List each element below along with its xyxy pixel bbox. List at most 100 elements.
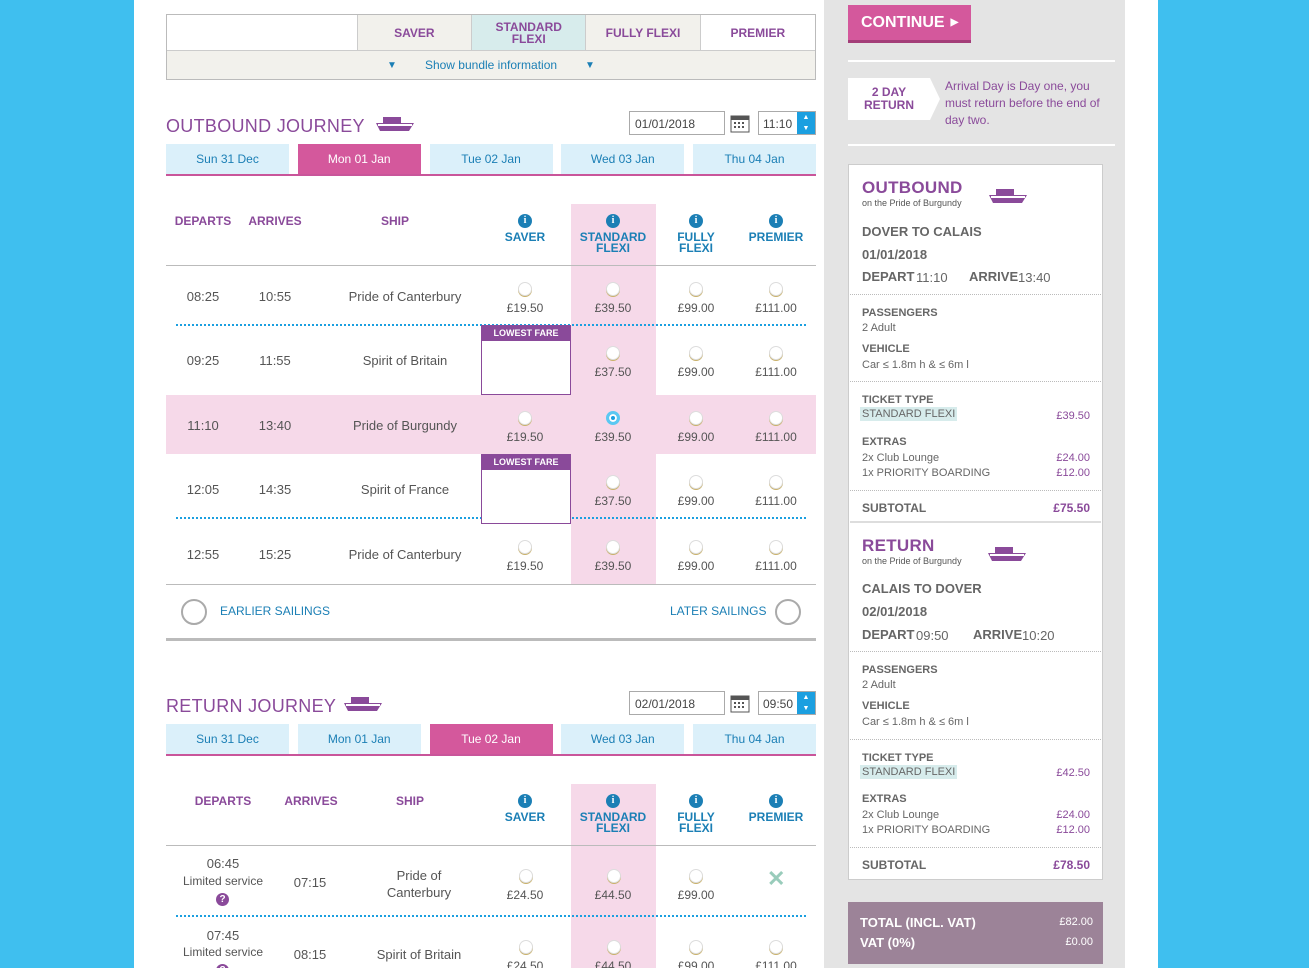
return-tab-day[interactable]: Wed 03 Jan: [561, 724, 685, 754]
fare-radio[interactable]: [519, 869, 533, 883]
outbound-tab-day[interactable]: Wed 03 Jan: [561, 144, 685, 174]
extra-item: 1x PRIORITY BOARDING: [862, 824, 991, 836]
info-icon[interactable]: i: [689, 794, 703, 808]
fare-radio[interactable]: [607, 940, 621, 954]
fare-radio[interactable]: [689, 475, 703, 489]
total-label: TOTAL (INCL. VAT): [860, 915, 976, 930]
info-icon[interactable]: i: [518, 214, 532, 228]
fare-radio[interactable]: [689, 411, 703, 425]
return-date-input[interactable]: 02/01/2018: [629, 691, 725, 715]
return-tab-day[interactable]: Sun 31 Dec: [166, 724, 289, 754]
fare-radio[interactable]: [606, 475, 620, 489]
bundle-selector: SAVER STANDARD FLEXI FULLY FLEXI PREMIER …: [166, 14, 816, 80]
extras-label: EXTRAS: [862, 436, 907, 448]
fare-radio[interactable]: [769, 282, 783, 296]
ferry-icon: [344, 697, 382, 711]
outbound-tab-day-active[interactable]: Mon 01 Jan: [297, 144, 421, 174]
fare-radio[interactable]: [606, 282, 620, 296]
summary-route: CALAIS TO DOVER: [862, 581, 982, 596]
clock-back-icon[interactable]: [181, 599, 207, 625]
fare-radio[interactable]: [689, 940, 703, 954]
col-premier-label: PREMIER: [748, 810, 804, 824]
earlier-sailings-link[interactable]: EARLIER SAILINGS: [220, 604, 330, 618]
departure-time: 07:45: [206, 928, 240, 943]
calendar-icon[interactable]: [730, 693, 750, 713]
info-icon[interactable]: i: [606, 794, 620, 808]
passengers-value: 2 Adult: [862, 322, 896, 334]
col-premier[interactable]: i PREMIER: [745, 214, 807, 243]
fare-radio[interactable]: [518, 411, 532, 425]
continue-button[interactable]: CONTINUE ▶: [848, 5, 971, 43]
bundle-blank: [167, 15, 358, 50]
fare-radio[interactable]: [606, 346, 620, 360]
fare-price: £99.00: [677, 959, 715, 968]
fare-price: £111.00: [755, 365, 797, 379]
lowest-fare-badge: LOWEST FARE: [481, 454, 571, 524]
info-icon[interactable]: i: [689, 214, 703, 228]
col-fully-flexi[interactable]: i FULLY FLEXI: [666, 214, 726, 254]
help-icon[interactable]: ?: [216, 961, 229, 968]
outbound-time-select[interactable]: 11:10 ▲ ▼: [758, 111, 816, 135]
return-tab-day-active[interactable]: Tue 02 Jan: [429, 724, 553, 754]
fare-radio[interactable]: [518, 540, 532, 554]
ferry-icon: [376, 117, 414, 131]
bundle-tab-saver[interactable]: SAVER: [357, 15, 473, 50]
fare-radio[interactable]: [689, 869, 703, 883]
ticket-type-value: STANDARD FLEXI: [860, 765, 958, 779]
bundle-info-toggle[interactable]: ▼ Show bundle information ▼: [167, 51, 815, 79]
info-icon[interactable]: i: [518, 794, 532, 808]
return-tab-day[interactable]: Thu 04 Jan: [693, 724, 816, 754]
outbound-date-input[interactable]: 01/01/2018: [629, 111, 725, 135]
return-tab-day[interactable]: Mon 01 Jan: [297, 724, 421, 754]
col-saver[interactable]: i SAVER: [495, 214, 555, 243]
ferry-icon: [988, 547, 1026, 561]
fare-price: £99.00: [677, 301, 715, 315]
col-fully-flexi[interactable]: i FULLY FLEXI: [666, 794, 726, 834]
col-standard-flexi[interactable]: i STANDARD FLEXI: [573, 214, 653, 254]
fare-radio[interactable]: [689, 540, 703, 554]
summary-depart-label: DEPART: [862, 627, 915, 642]
fare-radio[interactable]: [769, 540, 783, 554]
summary-outbound-ship: on the Pride of Burgundy: [862, 198, 962, 208]
fare-radio[interactable]: [769, 411, 783, 425]
col-std-line2: FLEXI: [595, 241, 630, 255]
info-icon[interactable]: i: [606, 214, 620, 228]
outbound-tab-day[interactable]: Sun 31 Dec: [166, 144, 289, 174]
col-saver[interactable]: i SAVER: [495, 794, 555, 823]
spinner-icon[interactable]: ▲ ▼: [797, 112, 815, 134]
fare-radio[interactable]: [769, 346, 783, 360]
info-icon[interactable]: i: [769, 794, 783, 808]
col-fully-line2: FLEXI: [678, 241, 713, 255]
fare-radio[interactable]: [689, 282, 703, 296]
summary-arrive-time: 13:40: [1018, 270, 1051, 285]
summary-depart-time: 09:50: [916, 628, 949, 643]
bundle-tab-fully-flexi[interactable]: FULLY FLEXI: [586, 15, 701, 50]
fare-radio[interactable]: [606, 411, 620, 425]
departure-time: 09:25: [186, 353, 220, 368]
bundle-tab-standard-flexi[interactable]: STANDARD FLEXI: [472, 15, 587, 50]
info-icon[interactable]: i: [769, 214, 783, 228]
fare-radio[interactable]: [689, 346, 703, 360]
outbound-tab-day[interactable]: Thu 04 Jan: [693, 144, 816, 174]
clock-forward-icon[interactable]: [775, 599, 801, 625]
calendar-icon[interactable]: [730, 113, 750, 133]
col-premier[interactable]: i PREMIER: [745, 794, 807, 823]
bundle-tab-premier[interactable]: PREMIER: [700, 15, 816, 50]
fare-radio[interactable]: [518, 282, 532, 296]
fare-radio[interactable]: [519, 940, 533, 954]
col-standard-flexi[interactable]: i STANDARD FLEXI: [573, 794, 653, 834]
fare-radio[interactable]: [769, 475, 783, 489]
passengers-value: 2 Adult: [862, 679, 896, 691]
fare-radio[interactable]: [769, 940, 783, 954]
spinner-icon[interactable]: ▲ ▼: [797, 692, 815, 714]
outbound-tab-day[interactable]: Tue 02 Jan: [429, 144, 553, 174]
fare-radio[interactable]: [606, 540, 620, 554]
later-sailings-link[interactable]: LATER SAILINGS: [670, 604, 766, 618]
ship-name: Spirit of Britain: [362, 353, 448, 368]
return-time-select[interactable]: 09:50 ▲ ▼: [758, 691, 816, 715]
fare-radio[interactable]: [607, 869, 621, 883]
fare-price: £44.50: [594, 888, 632, 902]
bundle-info-label: Show bundle information: [424, 58, 558, 72]
help-icon[interactable]: ?: [216, 890, 229, 906]
arrival-time: 14:35: [258, 482, 292, 497]
